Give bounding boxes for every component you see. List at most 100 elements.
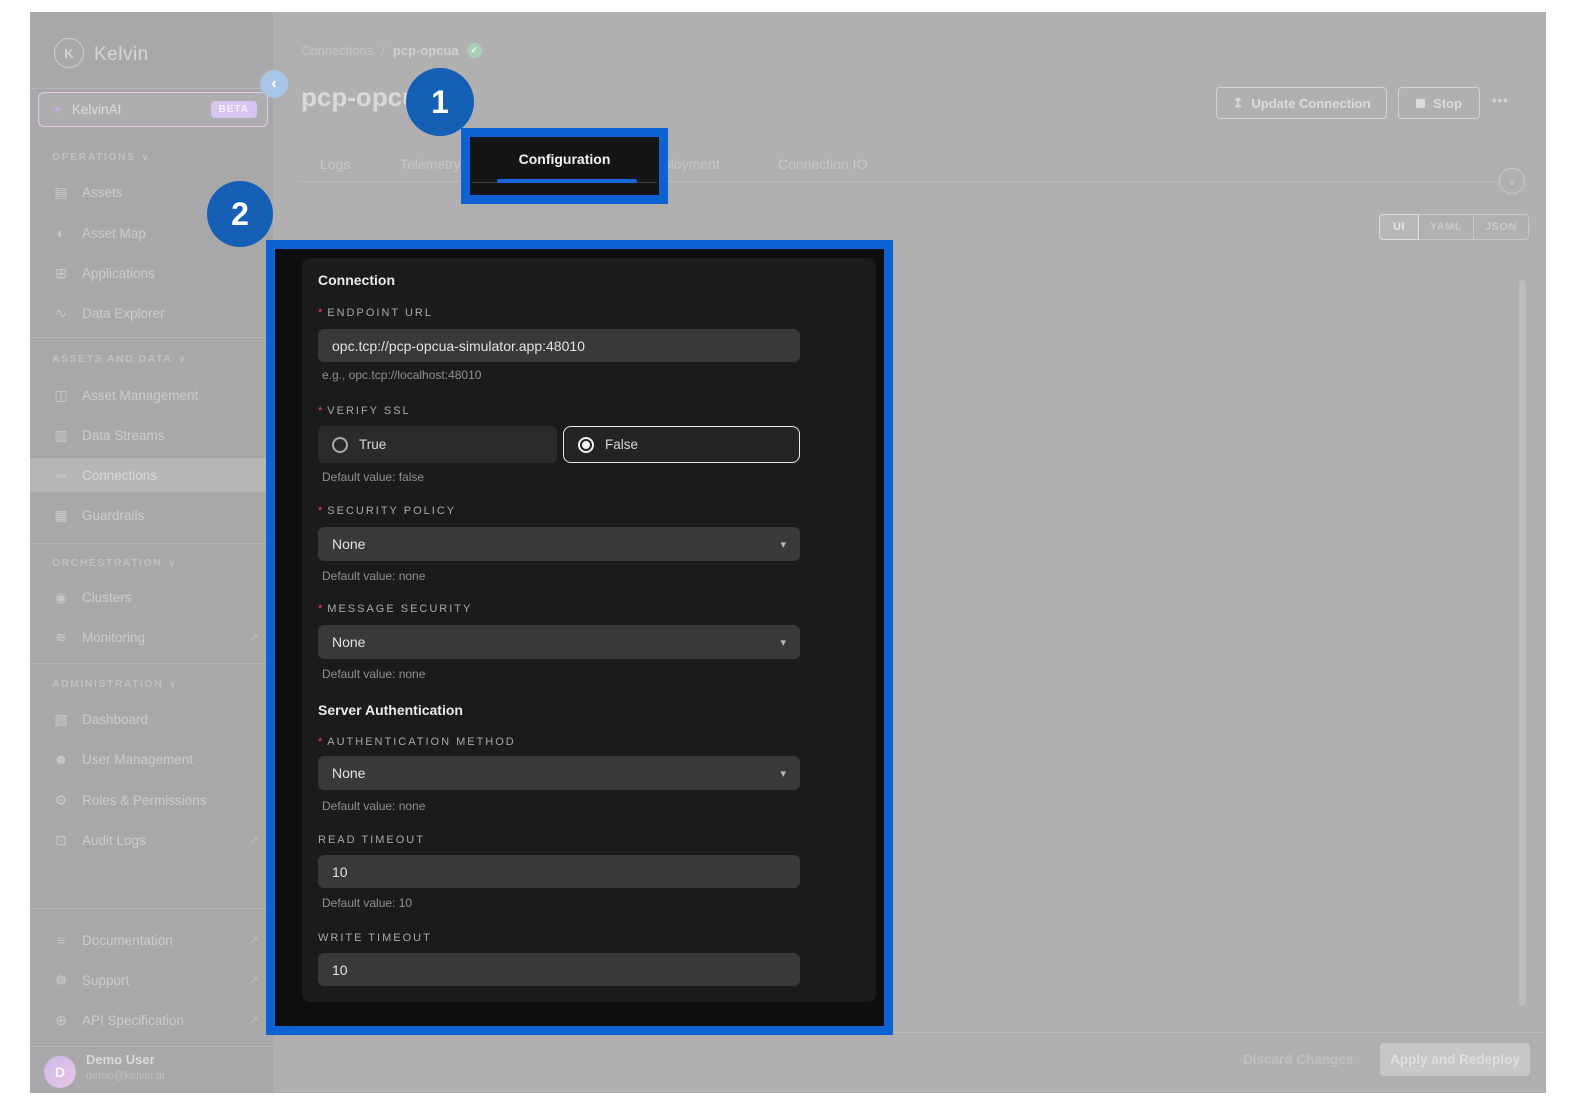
verify-ssl-option-true[interactable]: True — [318, 426, 557, 463]
view-toggle-ui[interactable]: UI — [1379, 214, 1419, 240]
status-check-icon: ✓ — [467, 43, 482, 58]
sidebar-item-applications[interactable]: ⊞ Applications — [30, 256, 273, 290]
sidebar-item-clusters[interactable]: ◉ Clusters — [30, 580, 273, 614]
applications-icon: ⊞ — [52, 265, 70, 282]
support-icon: ☸ — [52, 972, 70, 989]
kelvin-logo-icon: K — [54, 38, 84, 68]
sidebar-item-data-explorer[interactable]: ∿ Data Explorer — [30, 296, 273, 330]
roles-permissions-icon: ⚙ — [52, 792, 70, 809]
sidebar-item-roles-permissions[interactable]: ⚙ Roles & Permissions — [30, 783, 273, 817]
sidebar-item-kelvinai[interactable]: ✦ KelvinAI BETA — [38, 92, 268, 127]
read-timeout-input[interactable]: 10 — [318, 855, 800, 888]
divider — [30, 543, 273, 544]
external-link-icon: ↗ — [249, 1013, 259, 1027]
vertical-scrollbar[interactable] — [1519, 280, 1526, 1006]
beta-badge: BETA — [211, 101, 257, 118]
asset-management-icon: ◫ — [52, 387, 70, 404]
connections-icon: ∾ — [52, 467, 70, 484]
sidebar-item-support[interactable]: ☸ Support ↗ — [30, 963, 273, 997]
section-header-operations[interactable]: OPERATIONS∨ — [52, 151, 148, 163]
documentation-icon: ≡ — [52, 932, 70, 948]
tab-connection-io[interactable]: Connection IO — [778, 156, 868, 172]
required-marker: * — [318, 405, 322, 417]
read-timeout-label: READ TIMEOUT — [318, 834, 425, 846]
security-policy-label: * SECURITY POLICY — [318, 505, 456, 517]
user-name: Demo User — [86, 1052, 155, 1067]
user-management-icon: ☻ — [52, 751, 70, 767]
update-connection-button[interactable]: ↥ Update Connection — [1216, 87, 1387, 119]
authentication-method-helper: Default value: none — [322, 799, 425, 813]
sparkle-icon: ✦ — [52, 102, 63, 118]
avatar[interactable]: D — [44, 1056, 76, 1088]
read-timeout-helper: Default value: 10 — [322, 896, 412, 910]
message-security-label: * MESSAGE SECURITY — [318, 603, 472, 615]
assets-icon: ▤ — [52, 184, 70, 201]
security-policy-helper: Default value: none — [322, 569, 425, 583]
caret-down-icon: ▾ — [780, 767, 786, 780]
sidebar-item-asset-management[interactable]: ◫ Asset Management — [30, 378, 273, 412]
chevron-down-icon: ∨ — [1508, 175, 1516, 188]
section-header-administration[interactable]: ADMINISTRATION∨ — [52, 678, 176, 690]
guardrails-icon: ▦ — [52, 507, 70, 524]
sidebar-item-data-streams[interactable]: ▥ Data Streams — [30, 418, 273, 452]
view-toggle-json[interactable]: JSON — [1474, 214, 1529, 240]
sidebar-item-dashboard[interactable]: ▧ Dashboard — [30, 702, 273, 736]
verify-ssl-label: * VERIFY SSL — [318, 405, 411, 417]
user-email: demo@kelvin.ai — [86, 1070, 164, 1082]
monitoring-icon: ≋ — [52, 629, 70, 646]
caret-down-icon: ▾ — [780, 636, 786, 649]
caret-down-icon: ▾ — [780, 538, 786, 551]
sidebar-item-user-management[interactable]: ☻ User Management — [30, 742, 273, 776]
brand-name: Kelvin — [94, 44, 149, 66]
annotation-step-2-circle: 2 — [207, 181, 273, 247]
sidebar-item-guardrails[interactable]: ▦ Guardrails — [30, 498, 273, 532]
divider — [30, 1046, 273, 1047]
verify-ssl-helper: Default value: false — [322, 470, 424, 484]
more-options-button[interactable]: ••• — [1492, 93, 1509, 108]
apply-redeploy-button[interactable]: Apply and Redeploy — [1380, 1043, 1530, 1076]
section-header-assets-and-data[interactable]: ASSETS AND DATA∨ — [52, 353, 185, 365]
security-policy-select[interactable]: None ▾ — [318, 527, 800, 561]
collapse-tabs-button[interactable]: ∨ — [1499, 168, 1525, 194]
divider — [30, 337, 273, 338]
api-specification-icon: ⊕ — [52, 1012, 70, 1029]
sidebar-collapse-button[interactable]: ‹ — [260, 70, 288, 98]
tab-logs[interactable]: Logs — [320, 156, 350, 172]
sidebar-item-connections[interactable]: ∾ Connections — [30, 458, 273, 492]
endpoint-url-label: * ENDPOINT URL — [318, 307, 433, 319]
tab-configuration[interactable]: Configuration — [470, 137, 659, 181]
write-timeout-input[interactable]: 10 — [318, 953, 800, 986]
breadcrumb-current: pcp-opcua — [393, 43, 459, 58]
divider — [30, 88, 273, 89]
asset-map-icon: ◐ — [52, 225, 70, 241]
audit-logs-icon: ⊡ — [52, 832, 70, 849]
authentication-method-select[interactable]: None ▾ — [318, 756, 800, 790]
message-security-select[interactable]: None ▾ — [318, 625, 800, 659]
sidebar-item-monitoring[interactable]: ≋ Monitoring ↗ — [30, 620, 273, 654]
tab-telemetry[interactable]: Telemetry — [400, 156, 461, 172]
discard-changes-button[interactable]: Discard Changes — [1243, 1052, 1353, 1067]
view-toggle-yaml[interactable]: YAML — [1419, 214, 1474, 240]
endpoint-url-input[interactable]: opc.tcp://pcp-opcua-simulator.app:48010 — [318, 329, 800, 362]
radio-icon — [332, 437, 348, 453]
data-explorer-icon: ∿ — [52, 305, 70, 322]
data-streams-icon: ▥ — [52, 427, 70, 444]
radio-selected-icon — [578, 437, 594, 453]
sidebar-item-api-specification[interactable]: ⊕ API Specification ↗ — [30, 1003, 273, 1037]
verify-ssl-option-false[interactable]: False — [563, 426, 800, 463]
sidebar-item-documentation[interactable]: ≡ Documentation ↗ — [30, 923, 273, 957]
active-tab-underline — [497, 179, 637, 183]
chevron-down-icon: ∨ — [169, 679, 176, 689]
required-marker: * — [318, 736, 322, 748]
breadcrumb: Connections / pcp-opcua ✓ — [301, 43, 482, 58]
required-marker: * — [318, 505, 322, 517]
breadcrumb-parent[interactable]: Connections — [301, 43, 373, 58]
sidebar-item-audit-logs[interactable]: ⊡ Audit Logs ↗ — [30, 823, 273, 857]
kelvinai-label: KelvinAI — [72, 102, 122, 117]
authentication-method-label: * AUTHENTICATION METHOD — [318, 736, 516, 748]
stop-button[interactable]: Stop — [1398, 87, 1480, 119]
section-title-connection: Connection — [318, 272, 395, 288]
required-marker: * — [318, 603, 322, 615]
section-header-orchestration[interactable]: ORCHESTRATION∨ — [52, 557, 175, 569]
external-link-icon: ↗ — [249, 933, 259, 947]
